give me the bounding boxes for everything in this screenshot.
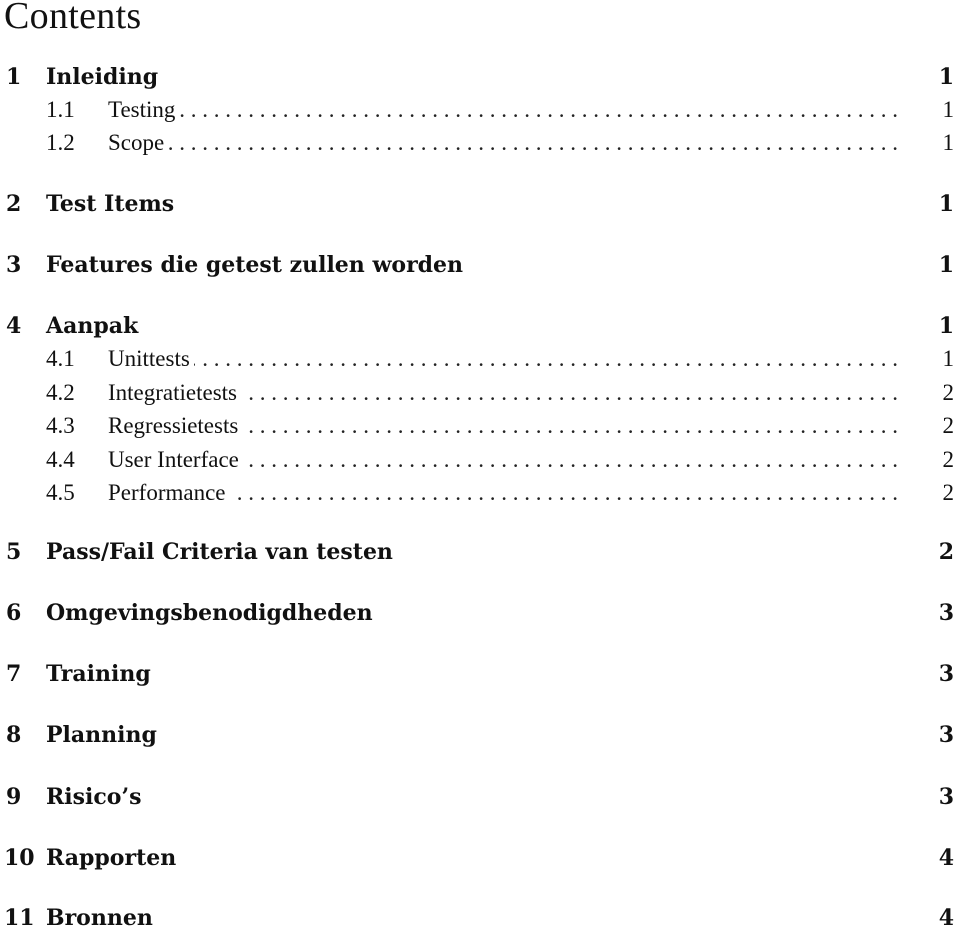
toc-entry-label[interactable]: Planning [46,722,157,748]
toc-entry-label[interactable]: Performance [108,480,230,506]
toc-entry-number: 1.2 [46,130,75,155]
toc-entry-number: 3 [6,252,22,278]
toc-entry-number: 9 [6,784,22,810]
toc-entry-label[interactable]: Scope [108,130,169,156]
toc-entry-label[interactable]: Omgevingsbenodigdheden [46,600,373,626]
toc-entry-section-10[interactable]: 10 Rapporten 4 [0,845,960,875]
toc-entry-page[interactable]: 2 [943,447,955,473]
toc-entry-page[interactable]: 2 [939,539,954,565]
toc-entry-page[interactable]: 3 [939,784,954,810]
toc-entry-number: 11 [4,905,35,931]
toc-entry-number: 4.2 [46,380,75,405]
toc-entry-label[interactable]: Inleiding [46,64,158,90]
toc-entry-label[interactable]: Integratietests [108,380,242,406]
toc-entry-section-8[interactable]: 8 Planning 3 [0,722,960,752]
toc-title: Contents [4,0,142,37]
dot-leader: . . . . . . . . . . . . . . . . . . . . … [108,97,898,122]
toc-entry-subsection-1-1[interactable]: 1.1 . . . . . . . . . . . . . . . . . . … [0,97,960,127]
toc-entry-number: 2 [6,191,22,217]
toc-entry-page[interactable]: 1 [939,252,954,278]
toc-entry-page[interactable]: 3 [939,661,954,687]
toc-entry-page[interactable]: 2 [943,480,955,506]
toc-entry-subsection-1-2[interactable]: 1.2 . . . . . . . . . . . . . . . . . . … [0,130,960,160]
toc-entry-number: 5 [6,539,22,565]
toc-entry-section-7[interactable]: 7 Training 3 [0,661,960,691]
toc-entry-number: 4.1 [46,346,75,371]
toc-entry-label[interactable]: Pass/Fail Criteria van testen [46,539,393,565]
toc-entry-label[interactable]: Testing [108,97,180,123]
toc-entry-page[interactable]: 1 [943,97,955,123]
toc-entry-label[interactable]: Bronnen [46,905,153,931]
toc-entry-page[interactable]: 3 [939,600,954,626]
toc-entry-section-4[interactable]: 4 Aanpak 1 [0,313,960,343]
toc-entry-subsection-4-3[interactable]: 4.3 . . . . . . . . . . . . . . . . . . … [0,413,960,443]
toc-entry-number: 4.5 [46,480,75,505]
toc-entry-section-1[interactable]: 1 Inleiding 1 [0,64,960,94]
toc-entry-section-2[interactable]: 2 Test Items 1 [0,191,960,221]
toc-entry-label[interactable]: Risico’s [46,784,142,810]
toc-entry-page[interactable]: 1 [939,313,954,339]
toc-entry-label[interactable]: Test Items [46,191,174,217]
toc-entry-section-9[interactable]: 9 Risico’s 3 [0,784,960,814]
toc-entry-label[interactable]: Training [46,661,151,687]
toc-entry-page[interactable]: 1 [943,130,955,156]
toc-entry-number: 4.4 [46,447,75,472]
toc-entry-number: 8 [6,722,22,748]
toc-entry-page[interactable]: 3 [939,722,954,748]
toc-entry-label[interactable]: Aanpak [46,313,138,339]
toc-entry-number: 1.1 [46,97,75,122]
toc-entry-section-5[interactable]: 5 Pass/Fail Criteria van testen 2 [0,539,960,569]
toc-entry-page[interactable]: 1 [939,191,954,217]
toc-entry-subsection-4-5[interactable]: 4.5 . . . . . . . . . . . . . . . . . . … [0,480,960,510]
toc-entry-label[interactable]: Regressietests [108,413,243,439]
toc-entry-page[interactable]: 2 [943,380,955,406]
toc-entry-page[interactable]: 4 [939,905,954,931]
toc-entry-number: 6 [6,600,22,626]
toc-entry-label[interactable]: Rapporten [46,845,176,871]
toc-entry-number: 7 [6,661,22,687]
toc-entry-number: 10 [4,845,35,871]
toc-entry-page[interactable]: 1 [943,346,955,372]
toc-entry-subsection-4-1[interactable]: 4.1 . . . . . . . . . . . . . . . . . . … [0,346,960,376]
dot-leader: . . . . . . . . . . . . . . . . . . . . … [108,130,898,155]
dot-leader: . . . . . . . . . . . . . . . . . . . . … [108,346,898,371]
toc-entry-section-6[interactable]: 6 Omgevingsbenodigdheden 3 [0,600,960,630]
toc-entry-label[interactable]: User Interface [108,447,243,473]
toc-entry-page[interactable]: 2 [943,413,955,439]
toc-entry-number: 1 [6,64,22,90]
toc-entry-section-11[interactable]: 11 Bronnen 4 [0,905,960,935]
toc-entry-page[interactable]: 4 [939,845,954,871]
toc-entry-label[interactable]: Unittests [108,346,194,372]
toc-entry-section-3[interactable]: 3 Features die getest zullen worden 1 [0,252,960,282]
toc-entry-page[interactable]: 1 [939,64,954,90]
toc-entry-number: 4 [6,313,22,339]
toc-entry-subsection-4-2[interactable]: 4.2 . . . . . . . . . . . . . . . . . . … [0,380,960,410]
toc-entry-label[interactable]: Features die getest zullen worden [46,252,463,278]
toc-entry-number: 4.3 [46,413,75,438]
toc-entry-subsection-4-4[interactable]: 4.4 . . . . . . . . . . . . . . . . . . … [0,447,960,477]
